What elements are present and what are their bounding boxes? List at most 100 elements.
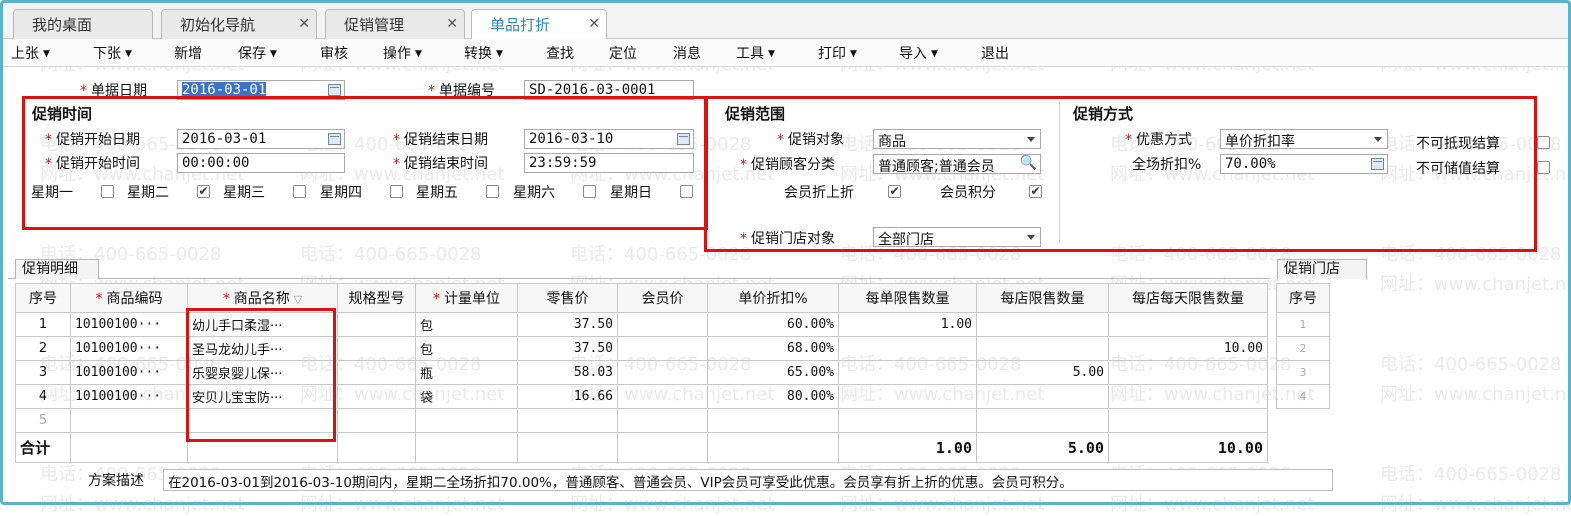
cell-no[interactable]: 3 <box>1276 360 1330 385</box>
column-header-name[interactable]: * 商品名称 ▽ <box>187 283 338 313</box>
weekday-checkbox-thu[interactable] <box>390 185 403 198</box>
member-points-checkbox[interactable]: ✔ <box>1029 185 1042 198</box>
cell-no[interactable]: 4 <box>15 384 71 409</box>
cell-per-store[interactable] <box>976 408 1109 433</box>
cell-price[interactable]: 37.50 <box>517 336 618 361</box>
cell-per-order[interactable] <box>838 336 977 361</box>
table-row[interactable]: 3 <box>1276 360 1330 385</box>
no-stored-checkbox[interactable] <box>1537 161 1550 174</box>
tab-stores[interactable]: 促销门店 <box>1277 259 1367 279</box>
column-header-per-store[interactable]: 每店限售数量 <box>976 283 1109 313</box>
column-header-no[interactable]: 序号 <box>1276 283 1330 313</box>
cell-per-store-day[interactable] <box>1108 360 1268 385</box>
cell-unit[interactable] <box>415 408 518 433</box>
cell-price[interactable] <box>517 408 618 433</box>
start-date-field[interactable]: 2016-03-01 <box>177 129 345 149</box>
search-icon[interactable]: 🔍 <box>1020 155 1037 171</box>
cell-no[interactable]: 4 <box>1276 384 1330 409</box>
cell-spec[interactable] <box>337 408 416 433</box>
column-header-discount[interactable]: 单价折扣% <box>707 283 839 313</box>
column-header-spec[interactable]: 规格型号 <box>337 283 416 313</box>
cell-per-store[interactable] <box>976 312 1109 337</box>
menu-convert[interactable]: 转换 ▼ <box>464 43 503 63</box>
column-header-price[interactable]: 零售价 <box>517 283 618 313</box>
menu-exit[interactable]: 退出 <box>981 43 1009 63</box>
cell-per-order[interactable] <box>838 384 977 409</box>
calendar-icon[interactable] <box>328 133 341 145</box>
cell-no[interactable]: 3 <box>15 360 71 385</box>
sort-icon[interactable]: ▽ <box>294 293 302 306</box>
table-row[interactable]: 1 10100100··· 幼儿手口柔湿··· 包 37.50 60.00% 1.00 <box>15 312 1268 337</box>
menu-audit[interactable]: 审核 <box>320 43 348 63</box>
column-header-code[interactable]: * 商品编码 <box>70 283 188 313</box>
menu-operate[interactable]: 操作 ▼ <box>383 43 422 63</box>
cell-code[interactable]: 10100100··· <box>70 336 188 361</box>
menu-import[interactable]: 导入 ▼ <box>899 43 938 63</box>
no-cash-checkbox[interactable] <box>1537 136 1550 149</box>
cell-spec[interactable] <box>337 384 416 409</box>
cell-member-price[interactable] <box>617 384 708 409</box>
column-header-no[interactable]: 序号 <box>15 283 71 313</box>
cell-per-order[interactable] <box>838 360 977 385</box>
cell-price[interactable]: 37.50 <box>517 312 618 337</box>
close-icon[interactable]: ✕ <box>446 16 458 32</box>
cell-name[interactable]: 幼儿手口柔湿··· <box>187 312 338 337</box>
column-header-per-order[interactable]: 每单限售数量 <box>838 283 977 313</box>
cell-member-price[interactable] <box>617 408 708 433</box>
cell-member-price[interactable] <box>617 360 708 385</box>
weekday-checkbox-tue[interactable]: ✔ <box>197 185 210 198</box>
end-time-field[interactable]: 23:59:59 <box>524 153 694 173</box>
cell-no[interactable]: 1 <box>15 312 71 337</box>
close-icon[interactable]: ✕ <box>588 16 600 32</box>
cell-per-order[interactable]: 1.00 <box>838 312 977 337</box>
weekday-checkbox-sat[interactable] <box>583 185 596 198</box>
method-select[interactable]: 单价折扣率 <box>1220 129 1388 149</box>
cell-unit[interactable]: 包 <box>415 312 518 337</box>
cell-member-price[interactable] <box>617 312 708 337</box>
cell-member-price[interactable] <box>617 336 708 361</box>
menu-tools[interactable]: 工具 ▼ <box>736 43 775 63</box>
cell-name[interactable] <box>187 408 338 433</box>
cell-code[interactable]: 10100100··· <box>70 312 188 337</box>
cell-unit[interactable]: 袋 <box>415 384 518 409</box>
cell-spec[interactable] <box>337 360 416 385</box>
cell-spec[interactable] <box>337 336 416 361</box>
weekday-checkbox-fri[interactable] <box>486 185 499 198</box>
cell-discount[interactable]: 68.00% <box>707 336 839 361</box>
target-select[interactable]: 商品 <box>873 129 1041 149</box>
cell-discount[interactable]: 80.00% <box>707 384 839 409</box>
table-row[interactable]: 2 10100100··· 圣马龙幼儿手··· 包 37.50 68.00% 10.00 <box>15 336 1268 361</box>
cell-discount[interactable]: 60.00% <box>707 312 839 337</box>
menu-locate[interactable]: 定位 <box>609 43 637 63</box>
cell-no[interactable]: 5 <box>15 408 71 433</box>
weekday-checkbox-mon[interactable] <box>101 185 114 198</box>
cell-code[interactable] <box>70 408 188 433</box>
cell-per-store-day[interactable] <box>1108 408 1268 433</box>
table-row[interactable]: 1 <box>1276 312 1330 337</box>
menu-new[interactable]: 新增 <box>174 43 202 63</box>
cell-per-store-day[interactable] <box>1108 384 1268 409</box>
calendar-icon[interactable] <box>677 133 690 145</box>
cell-unit[interactable]: 瓶 <box>415 360 518 385</box>
menu-next[interactable]: 下张 ▼ <box>93 43 132 63</box>
cell-name[interactable]: 安贝儿宝宝防··· <box>187 384 338 409</box>
tab-promotion-management[interactable]: 促销管理 ✕ <box>325 9 465 39</box>
menu-prev[interactable]: 上张 ▼ <box>11 43 50 63</box>
cell-unit[interactable]: 包 <box>415 336 518 361</box>
tab-detail[interactable]: 促销明细 <box>15 259 99 279</box>
cell-per-store[interactable] <box>976 384 1109 409</box>
doc-number-field[interactable]: SD-2016-03-0001 <box>524 80 694 100</box>
cell-name[interactable]: 圣马龙幼儿手··· <box>187 336 338 361</box>
cell-price[interactable]: 58.03 <box>517 360 618 385</box>
end-date-field[interactable]: 2016-03-10 <box>524 129 694 149</box>
cell-per-order[interactable] <box>838 408 977 433</box>
table-row[interactable]: 2 <box>1276 336 1330 361</box>
menu-print[interactable]: 打印 ▼ <box>818 43 857 63</box>
store-target-select[interactable]: 全部门店 <box>873 227 1041 247</box>
description-field[interactable]: 在2016-03-01到2016-03-10期间内，星期二全场折扣70.00%，… <box>163 469 1333 491</box>
close-icon[interactable]: ✕ <box>298 16 310 32</box>
cell-discount[interactable] <box>707 408 839 433</box>
calculator-icon[interactable] <box>1371 158 1384 170</box>
cell-price[interactable]: 16.66 <box>517 384 618 409</box>
menu-find[interactable]: 查找 <box>546 43 574 63</box>
